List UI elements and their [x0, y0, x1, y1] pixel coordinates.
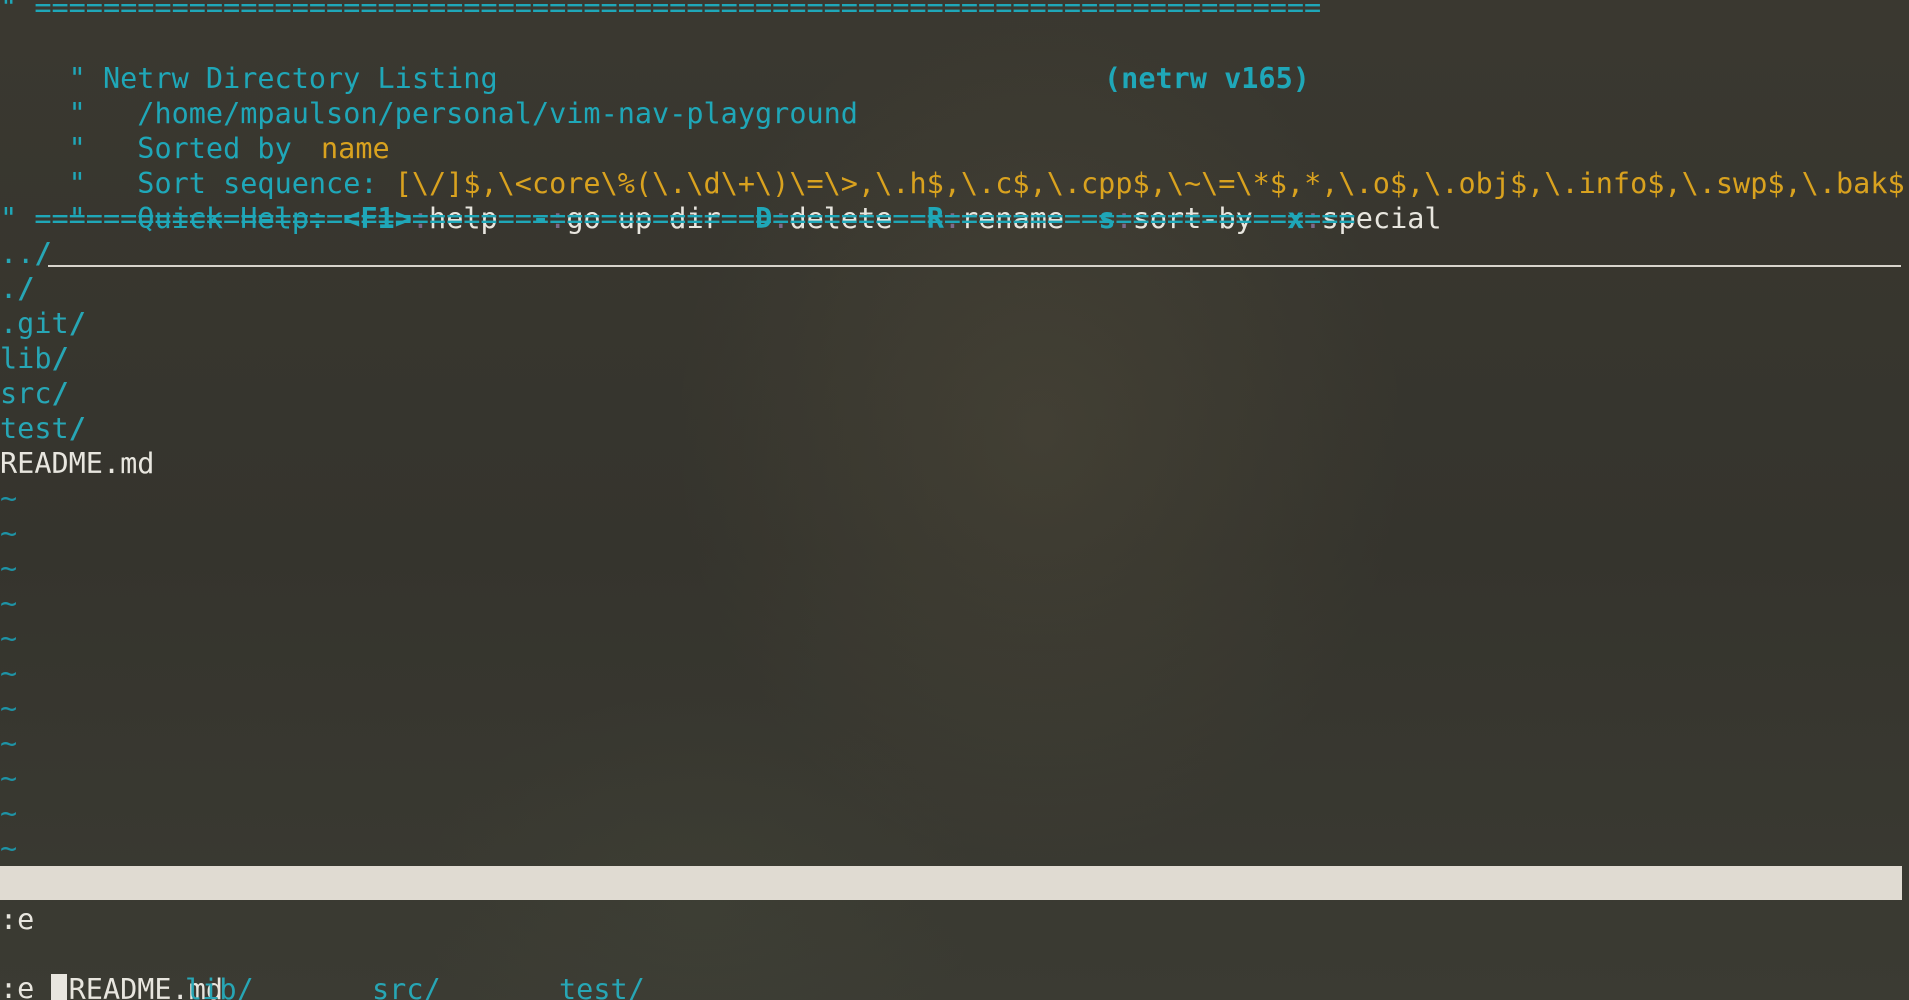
netrw-version: (netrw v165) [1104, 62, 1310, 95]
command-history-line: :e [0, 903, 35, 936]
empty-line-tilde: ~ [0, 832, 18, 865]
entry-name: test [0, 412, 69, 445]
entry-name: src [0, 377, 52, 410]
command-input[interactable]: :e [0, 971, 68, 1000]
empty-line-tilde: ~ [0, 727, 18, 760]
list-item[interactable]: lib/ [0, 341, 69, 376]
entry-name: .git [0, 307, 69, 340]
entry-name: .. [0, 237, 35, 270]
banner-rule-top: " ======================================… [0, 0, 1322, 24]
dir-slash: / [51, 342, 69, 375]
banner-rule-bottom: " ======================================… [0, 202, 1356, 235]
vim-window[interactable]: " ======================================… [0, 0, 1909, 1000]
list-item[interactable]: .git/ [0, 306, 86, 341]
banner-title-line: " Netrw Directory Listing (netrw v165) [0, 26, 1310, 95]
empty-line-tilde: ~ [0, 587, 18, 620]
completion-item[interactable]: test/ [559, 972, 645, 1000]
text-cursor [51, 974, 68, 1000]
empty-line-tilde: ~ [0, 517, 18, 550]
list-item[interactable]: test/ [0, 411, 86, 446]
dir-slash: / [51, 377, 69, 410]
dir-slash: / [68, 412, 86, 445]
command-text: :e [0, 972, 52, 1000]
list-item[interactable]: ../ [0, 236, 52, 271]
empty-line-tilde: ~ [0, 657, 18, 690]
completion-item[interactable]: lib/ [185, 972, 254, 1000]
list-item[interactable]: ./ [0, 271, 34, 306]
entry-name: README.md [0, 447, 155, 480]
banner-sorted-line: " Sorted by name [0, 96, 390, 165]
banner-quick-help-line: " Quick Help: <F1>:help -:go up dir D:de… [68, 202, 1442, 235]
cursorline-underline [48, 265, 1901, 267]
status-line [0, 866, 1902, 900]
empty-line-tilde: ~ [0, 797, 18, 830]
dir-slash: / [17, 272, 35, 305]
banner-sort-sequence-line: " Sort sequence: [\/]$,\<core\%(\.\d\+\)… [0, 131, 1909, 200]
dir-slash: / [68, 307, 86, 340]
empty-line-tilde: ~ [0, 692, 18, 725]
empty-line-tilde: ~ [0, 762, 18, 795]
entry-name: . [0, 272, 18, 305]
empty-line-tilde: ~ [0, 482, 18, 515]
entry-name: lib [0, 342, 52, 375]
list-item[interactable]: src/ [0, 376, 69, 411]
wildmenu-completions: README.md lib/src/test/ [0, 937, 645, 1000]
completion-item[interactable]: src/ [372, 972, 441, 1000]
list-item[interactable]: README.md [0, 446, 154, 481]
empty-line-tilde: ~ [0, 552, 18, 585]
empty-line-tilde: ~ [0, 622, 18, 655]
banner-path-line: " /home/mpaulson/personal/vim-nav-playgr… [0, 61, 858, 130]
